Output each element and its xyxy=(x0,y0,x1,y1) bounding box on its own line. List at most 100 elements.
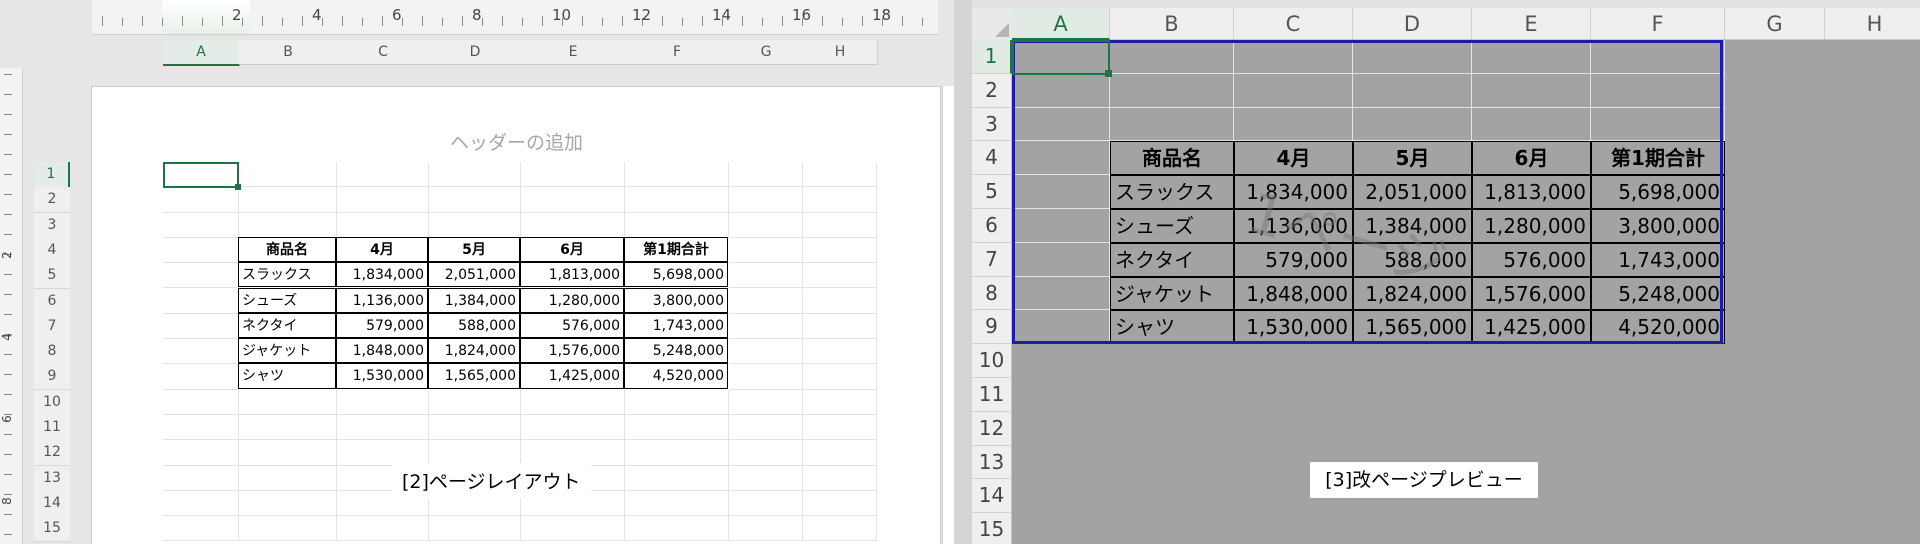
cell[interactable] xyxy=(803,440,877,466)
row-header-2[interactable]: 2 xyxy=(34,187,70,214)
column-header-d[interactable]: D xyxy=(429,40,522,65)
cell[interactable] xyxy=(625,389,729,415)
cell[interactable] xyxy=(803,288,877,314)
cell[interactable] xyxy=(729,339,803,365)
row-header-11[interactable]: 11 xyxy=(34,415,70,441)
cell[interactable] xyxy=(625,490,729,517)
cell[interactable] xyxy=(803,263,877,289)
cell[interactable] xyxy=(625,516,729,542)
cell[interactable] xyxy=(239,187,337,213)
cell[interactable] xyxy=(803,490,877,517)
cell[interactable] xyxy=(163,490,239,517)
column-header-g[interactable]: G xyxy=(729,40,804,65)
cell[interactable] xyxy=(729,516,803,542)
cell[interactable] xyxy=(239,440,337,466)
table-cell[interactable]: 1,530,000 xyxy=(336,363,428,389)
row-header-6[interactable]: 6 xyxy=(34,288,70,315)
row-header-13[interactable]: 13 xyxy=(34,465,70,492)
cell[interactable] xyxy=(163,440,239,466)
cell[interactable] xyxy=(729,490,803,517)
table-cell[interactable]: 1,813,000 xyxy=(520,262,624,288)
column-header-a[interactable]: A xyxy=(163,40,240,66)
row-header-15[interactable]: 15 xyxy=(34,516,70,543)
row-header-4[interactable]: 4 xyxy=(34,237,70,264)
cell[interactable] xyxy=(429,187,521,213)
cell[interactable] xyxy=(803,339,877,365)
column-header-a[interactable]: A xyxy=(1012,8,1110,40)
cell[interactable] xyxy=(803,313,877,340)
cell[interactable] xyxy=(163,364,239,390)
table-cell[interactable]: 1,384,000 xyxy=(428,287,520,313)
table-cell[interactable]: 5,698,000 xyxy=(624,262,728,288)
cell[interactable] xyxy=(803,187,877,213)
column-header-d[interactable]: D xyxy=(1353,8,1472,40)
cell[interactable] xyxy=(729,263,803,289)
cell[interactable] xyxy=(729,389,803,415)
cell[interactable] xyxy=(163,465,239,491)
cell[interactable] xyxy=(239,389,337,415)
row-header-10[interactable]: 10 xyxy=(972,344,1012,378)
table-cell[interactable]: 1,565,000 xyxy=(428,363,520,389)
cell[interactable] xyxy=(429,440,521,466)
row-header-15[interactable]: 15 xyxy=(972,513,1012,544)
cell[interactable] xyxy=(625,440,729,466)
column-header-b[interactable]: B xyxy=(1110,8,1234,40)
cell[interactable] xyxy=(729,237,803,264)
column-header-e[interactable]: E xyxy=(1472,8,1591,40)
table-cell[interactable]: 1,848,000 xyxy=(336,338,428,364)
cell[interactable] xyxy=(625,187,729,213)
column-header-e[interactable]: E xyxy=(521,40,626,65)
cell[interactable] xyxy=(521,187,625,213)
column-header-b[interactable]: B xyxy=(239,40,338,65)
cell[interactable] xyxy=(803,212,877,238)
row-header-5[interactable]: 5 xyxy=(34,263,70,290)
cell[interactable] xyxy=(521,162,625,188)
row-header-6[interactable]: 6 xyxy=(972,209,1012,243)
table-cell[interactable]: 1,743,000 xyxy=(624,312,728,339)
column-header-c[interactable]: C xyxy=(337,40,430,65)
cell[interactable] xyxy=(729,187,803,213)
row-header-3[interactable]: 3 xyxy=(972,107,1012,142)
cell[interactable] xyxy=(239,212,337,238)
row-header-9[interactable]: 9 xyxy=(972,310,1012,345)
row-header-8[interactable]: 8 xyxy=(972,276,1012,311)
cell[interactable] xyxy=(163,263,239,289)
table-cell[interactable]: 1,280,000 xyxy=(520,287,624,313)
cell[interactable] xyxy=(521,440,625,466)
cell[interactable] xyxy=(521,516,625,542)
cell[interactable] xyxy=(803,237,877,264)
row-header-9[interactable]: 9 xyxy=(34,364,70,391)
cell[interactable] xyxy=(163,212,239,238)
row-header-10[interactable]: 10 xyxy=(34,389,70,416)
active-cell-a1[interactable] xyxy=(1012,40,1112,77)
cell[interactable] xyxy=(337,440,429,466)
table-cell[interactable]: 1,425,000 xyxy=(520,363,624,389)
row-header-1[interactable]: 1 xyxy=(34,162,70,188)
cell[interactable] xyxy=(729,313,803,340)
table-cell[interactable]: 1,136,000 xyxy=(336,287,428,313)
table-cell[interactable]: 576,000 xyxy=(520,312,624,339)
cell[interactable] xyxy=(625,415,729,441)
row-header-8[interactable]: 8 xyxy=(34,339,70,366)
column-header-g[interactable]: G xyxy=(1725,8,1825,40)
table-cell[interactable]: 588,000 xyxy=(428,312,520,339)
cell[interactable] xyxy=(163,415,239,441)
row-header-7[interactable]: 7 xyxy=(34,313,70,340)
cell[interactable] xyxy=(163,288,239,314)
table-cell[interactable]: 2,051,000 xyxy=(428,262,520,288)
cell[interactable] xyxy=(429,516,521,542)
cell[interactable] xyxy=(239,415,337,441)
cell[interactable] xyxy=(803,465,877,491)
table-cell[interactable]: 1,824,000 xyxy=(428,338,520,364)
table-header-cell[interactable]: 6月 xyxy=(520,236,624,263)
cell[interactable] xyxy=(521,415,625,441)
cell[interactable] xyxy=(163,389,239,415)
table-cell[interactable]: 5,248,000 xyxy=(624,338,728,364)
cell[interactable] xyxy=(163,237,239,264)
cell[interactable] xyxy=(521,389,625,415)
cell[interactable] xyxy=(337,389,429,415)
row-header-14[interactable]: 14 xyxy=(34,490,70,517)
cell[interactable] xyxy=(729,415,803,441)
cell[interactable] xyxy=(337,212,429,238)
cell[interactable] xyxy=(521,212,625,238)
